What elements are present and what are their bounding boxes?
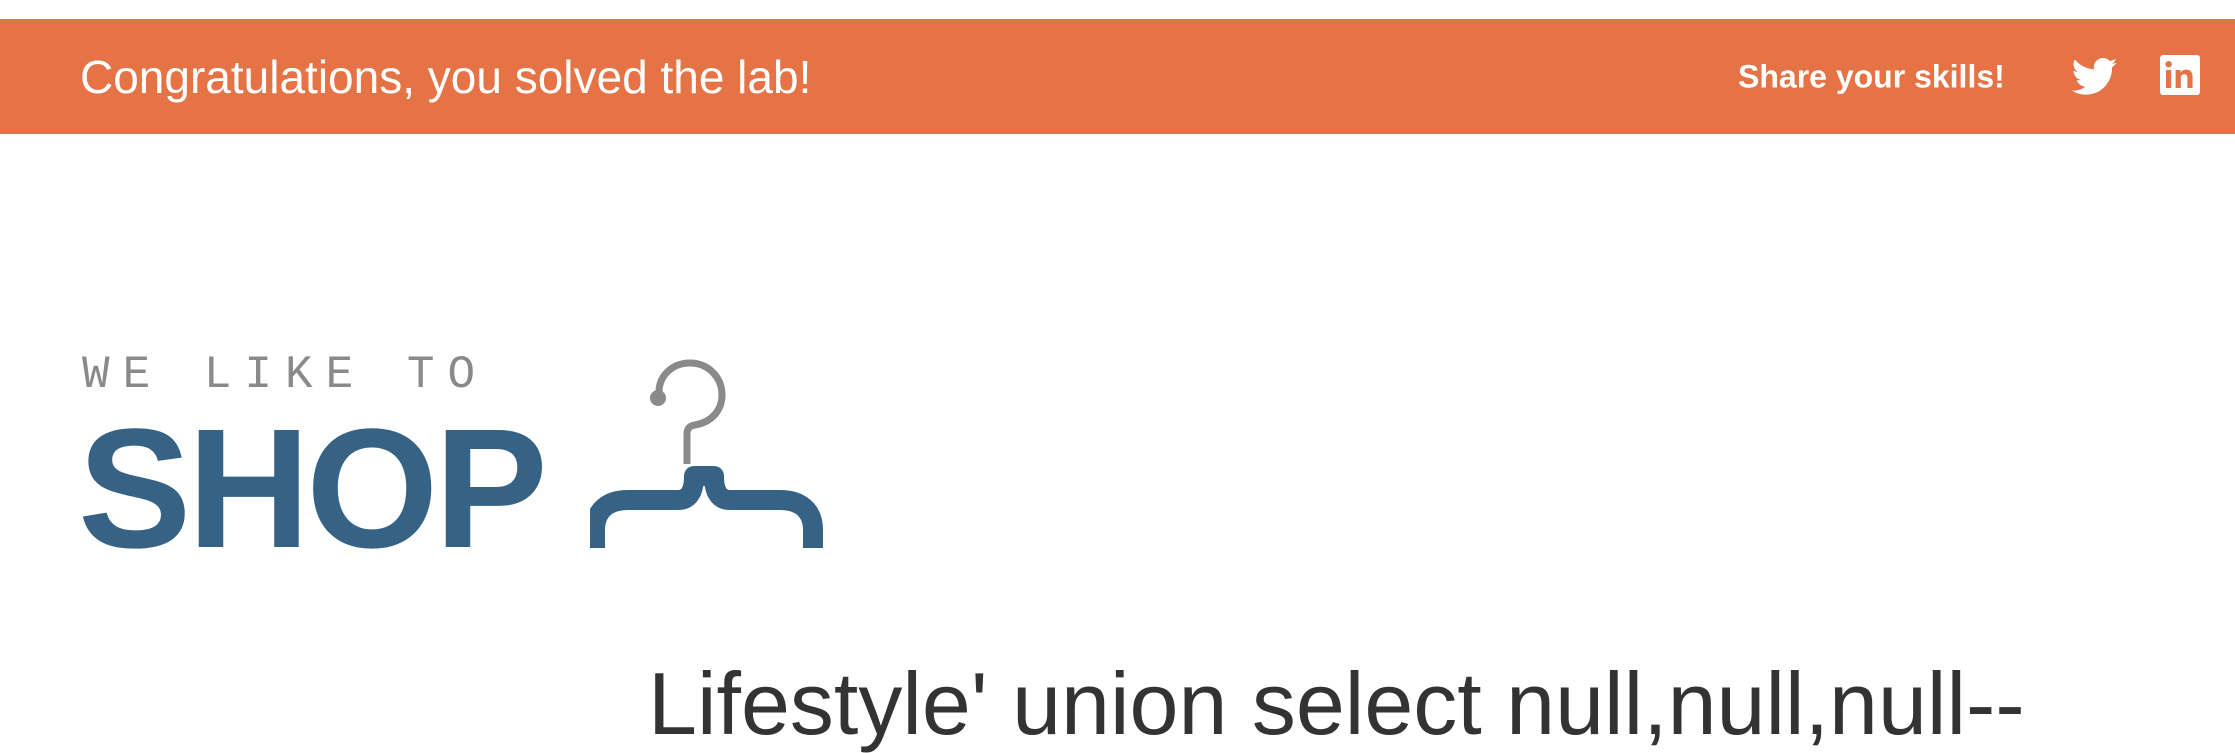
search-results-heading: Lifestyle' union select null,null,null--: [648, 654, 2025, 753]
twitter-share-link[interactable]: [2071, 57, 2118, 97]
shop-logo[interactable]: WE LIKE TO SHOP: [78, 349, 858, 574]
logo-tagline: WE LIKE TO: [82, 349, 489, 401]
hanger-icon: [590, 359, 823, 548]
linkedin-icon: [2160, 55, 2200, 95]
logo-wordmark: SHOP: [78, 394, 548, 584]
twitter-icon: [2071, 58, 2118, 95]
linkedin-share-link[interactable]: [2160, 55, 2200, 95]
share-label: Share your skills!: [1738, 58, 2005, 94]
top-strip: [0, 0, 2235, 19]
banner-title: Congratulations, you solved the lab!: [80, 50, 812, 103]
lab-solved-banner: Congratulations, you solved the lab! Sha…: [0, 19, 2235, 134]
